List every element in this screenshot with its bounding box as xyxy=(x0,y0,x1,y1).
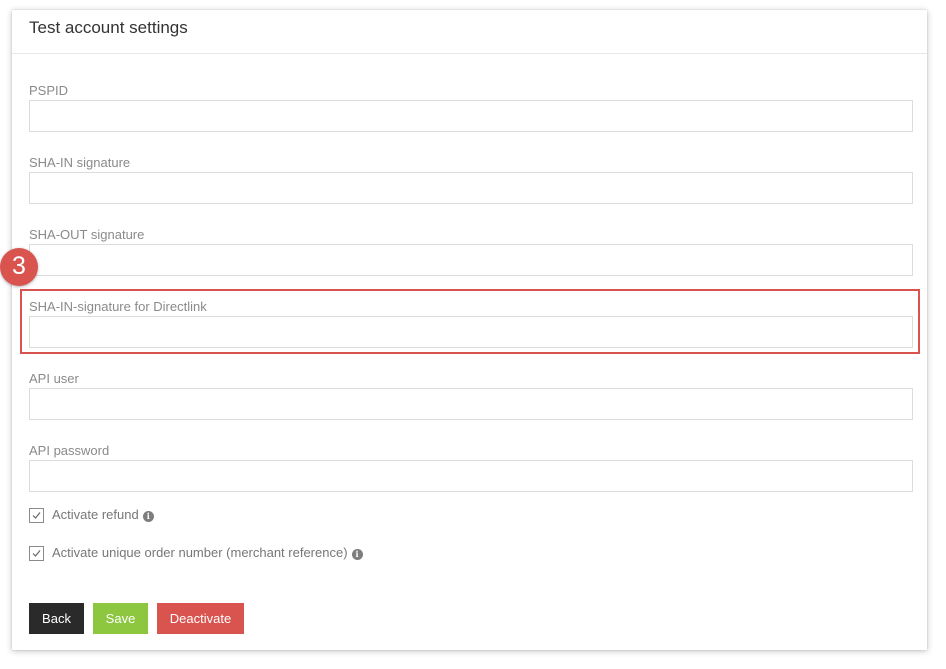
settings-card: Test account settings PSPID SHA-IN signa… xyxy=(12,10,927,650)
back-button[interactable]: Back xyxy=(29,603,84,634)
sha-in-directlink-input[interactable] xyxy=(29,316,913,348)
activate-unique-order-label-wrap: Activate unique order number (merchant r… xyxy=(52,545,363,560)
sha-in-label: SHA-IN signature xyxy=(29,155,131,170)
sha-in-directlink-label: SHA-IN-signature for Directlink xyxy=(29,299,207,314)
deactivate-button[interactable]: Deactivate xyxy=(157,603,244,634)
step-number-badge: 3 xyxy=(0,248,38,286)
sha-out-input[interactable] xyxy=(29,244,913,276)
api-user-input[interactable] xyxy=(29,388,913,420)
sha-out-label: SHA-OUT signature xyxy=(29,227,145,242)
api-password-label: API password xyxy=(29,443,110,458)
check-icon xyxy=(32,512,41,519)
activate-unique-order-checkbox[interactable] xyxy=(29,546,44,561)
api-user-label: API user xyxy=(29,371,79,386)
info-icon: i xyxy=(351,549,363,560)
sha-in-input[interactable] xyxy=(29,172,913,204)
pspid-label: PSPID xyxy=(29,83,69,98)
save-button[interactable]: Save xyxy=(93,603,148,634)
activate-unique-order-label: Activate unique order number (merchant r… xyxy=(52,545,348,560)
activate-refund-checkbox[interactable] xyxy=(29,508,44,523)
pspid-input[interactable] xyxy=(29,100,913,132)
check-icon xyxy=(32,550,41,557)
api-password-input[interactable] xyxy=(29,460,913,492)
activate-refund-label: Activate refund xyxy=(52,507,139,522)
info-icon: i xyxy=(142,511,154,522)
card-header: Test account settings xyxy=(12,10,927,54)
card-title: Test account settings xyxy=(29,18,188,37)
activate-refund-label-wrap: Activate refund i xyxy=(52,507,154,522)
